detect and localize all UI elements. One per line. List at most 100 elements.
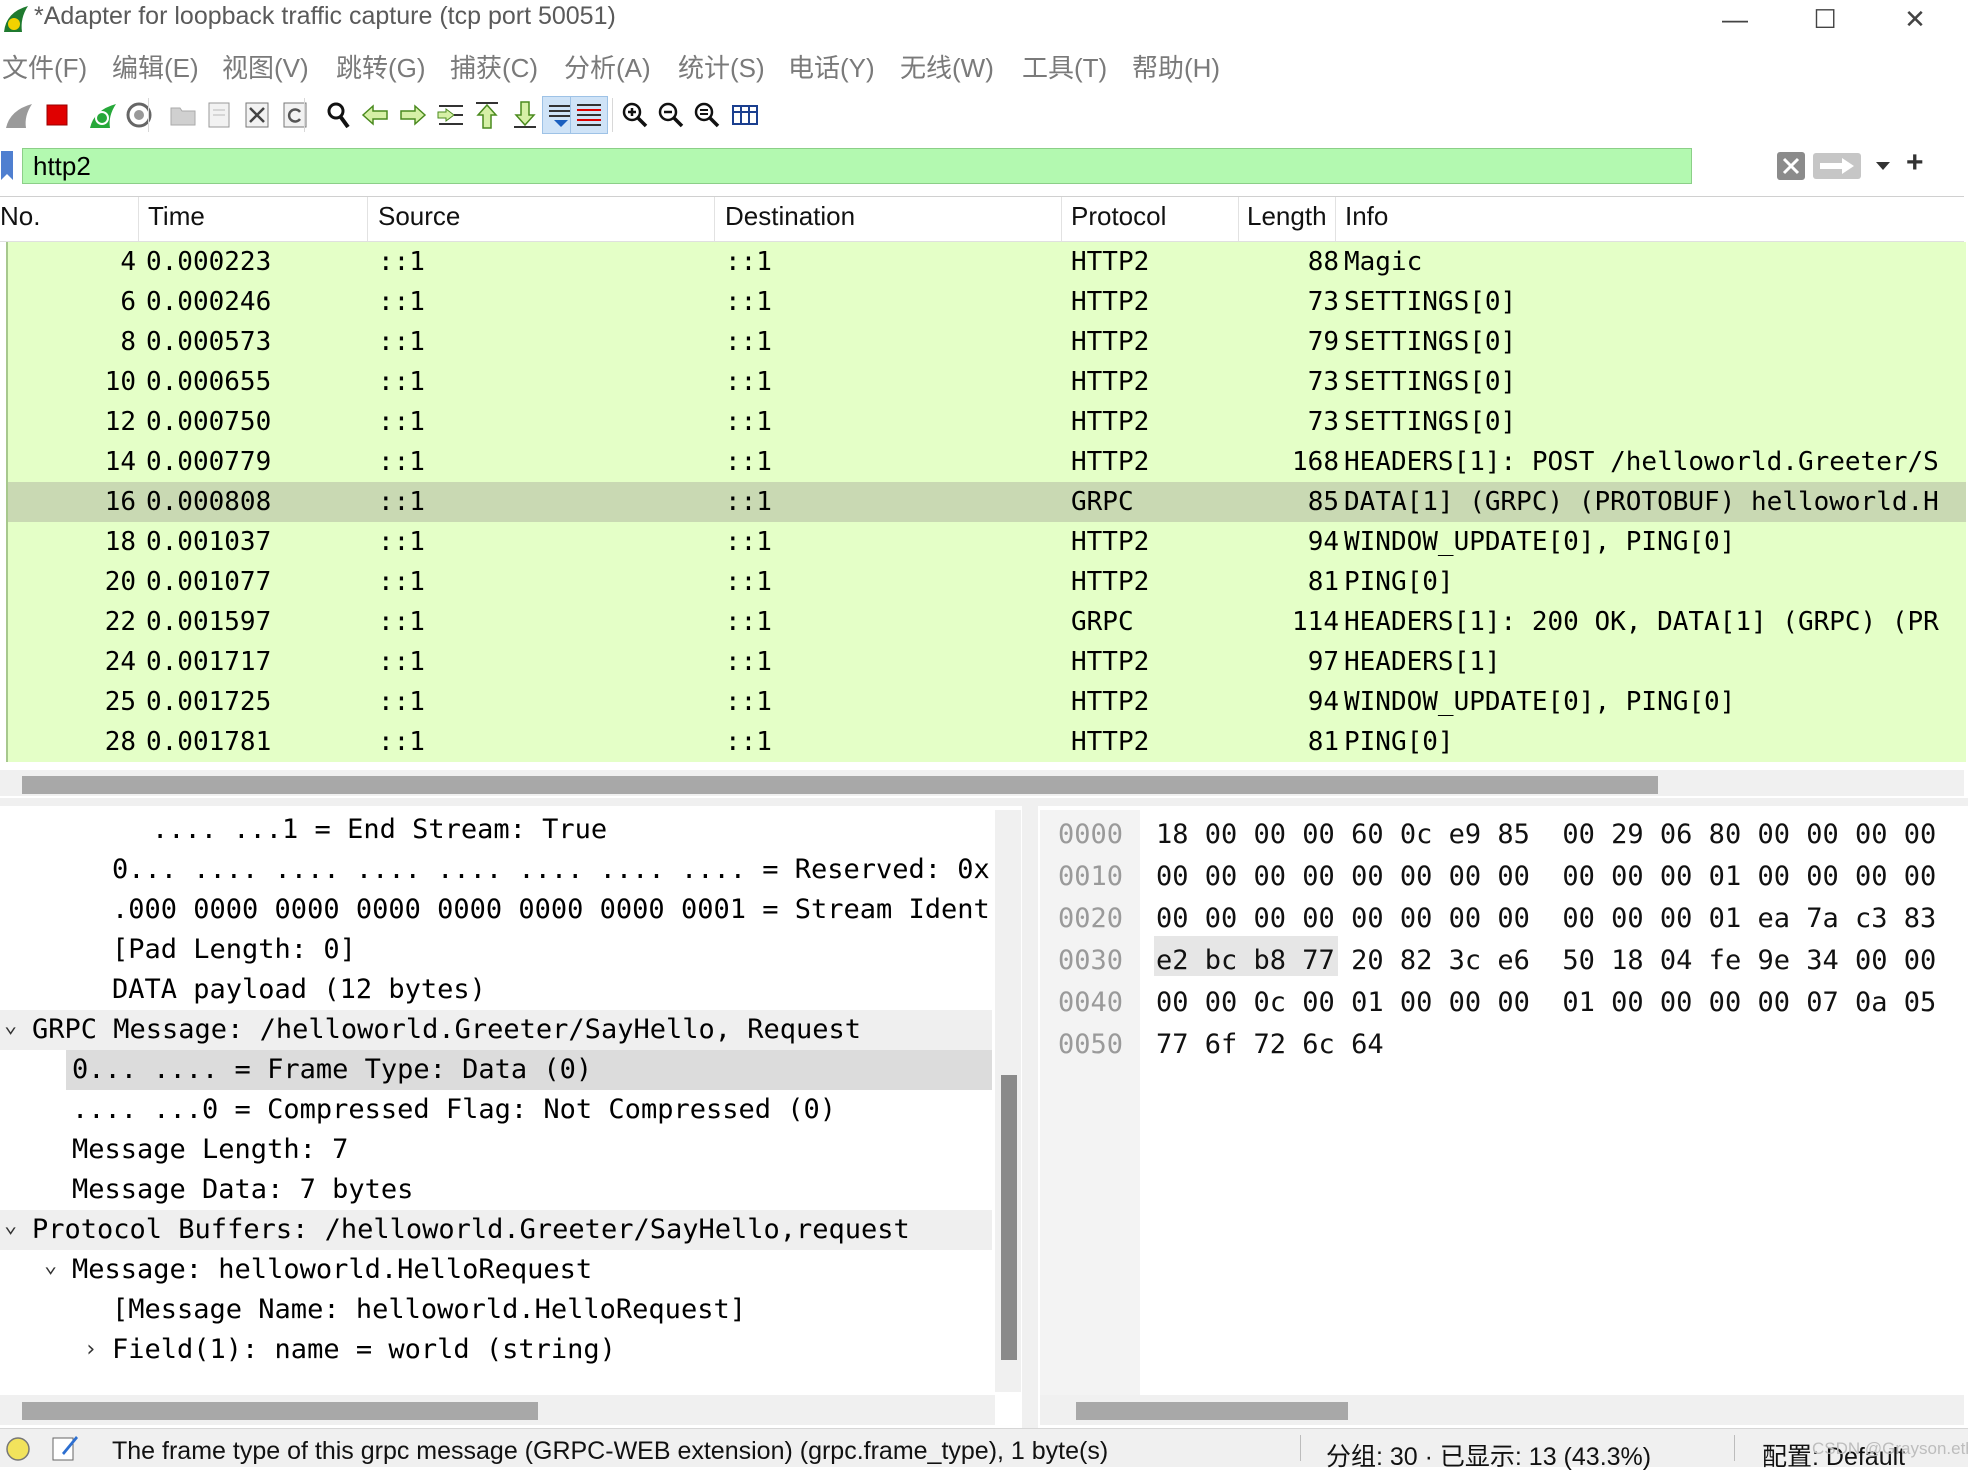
bytes-hex[interactable]: e2 bc b8 77 20 82 3c e6 50 18 04 fe 9e 3… <box>1156 940 1936 982</box>
column-time[interactable]: Time <box>148 201 205 232</box>
bytes-hex[interactable]: 18 00 00 00 60 0c e9 85 00 29 06 80 00 0… <box>1156 814 1936 856</box>
detail-tree-item[interactable]: [Pad Length: 0] <box>0 930 992 970</box>
capture-options-icon[interactable] <box>120 96 158 134</box>
menu-edit[interactable]: 编辑(E) <box>112 48 199 85</box>
filter-dropdown-icon[interactable] <box>1874 158 1892 174</box>
resize-columns-icon[interactable] <box>726 96 764 134</box>
packet-info: DATA[1] (GRPC) (PROTOBUF) helloworld.H <box>1344 487 1939 517</box>
maximize-button[interactable]: ☐ <box>1780 0 1870 38</box>
packet-row[interactable]: 18 0.001037::1::1 HTTP2 94 WINDOW_UPDATE[0],… <box>8 522 1966 562</box>
bytes-hex[interactable]: 77 6f 72 6c 64 <box>1156 1024 1384 1066</box>
shark-fin-start-icon[interactable] <box>0 96 38 134</box>
menu-capture[interactable]: 捕获(C) <box>450 48 538 85</box>
packet-row[interactable]: 8 0.000573::1::1 HTTP2 79 SETTINGS[0] <box>8 322 1966 362</box>
column-source[interactable]: Source <box>378 201 460 232</box>
packet-row[interactable]: 28 0.001781::1::1 HTTP2 81 PING[0] <box>8 722 1966 762</box>
detail-tree-item[interactable]: 0... .... .... .... .... .... .... .... … <box>0 850 992 890</box>
bytes-hex[interactable]: 00 00 0c 00 01 00 00 00 01 00 00 00 00 0… <box>1156 982 1936 1024</box>
bytes-hex[interactable]: 00 00 00 00 00 00 00 00 00 00 00 01 00 0… <box>1156 856 1936 898</box>
packet-time: 0.001781 <box>146 727 272 757</box>
zoom-in-icon[interactable] <box>616 96 654 134</box>
detail-tree-item[interactable]: [Message Name: helloworld.HelloRequest] <box>0 1290 992 1330</box>
go-back-icon[interactable] <box>356 96 394 134</box>
save-file-icon[interactable] <box>200 96 238 134</box>
packet-row[interactable]: 4 0.000223::1::1 HTTP2 88 Magic <box>8 242 1966 282</box>
expand-chevron-icon[interactable]: ⌄ <box>4 1006 17 1046</box>
menu-statistics[interactable]: 统计(S) <box>678 48 765 85</box>
packet-list-hscroll-thumb[interactable] <box>22 776 1658 794</box>
apply-filter-icon[interactable] <box>1812 151 1862 181</box>
bookmark-icon[interactable] <box>0 150 14 182</box>
detail-tree-item[interactable]: ⌄ GRPC Message: /helloworld.Greeter/SayHe… <box>0 1010 992 1050</box>
stop-capture-icon[interactable] <box>38 96 76 134</box>
column-protocol[interactable]: Protocol <box>1071 201 1166 232</box>
column-destination[interactable]: Destination <box>725 201 855 232</box>
vertical-splitter[interactable] <box>1022 806 1038 1430</box>
packet-destination: ::1 <box>725 647 772 677</box>
packet-row[interactable]: 16 0.000808::1::1 GRPC 85 DATA[1] (GRPC) (PR… <box>8 482 1966 522</box>
display-filter-input[interactable]: http2 <box>22 148 1692 184</box>
detail-tree-item[interactable]: › Field(1): name = world (string) <box>0 1330 992 1370</box>
packet-row[interactable]: 12 0.000750::1::1 HTTP2 73 SETTINGS[0] <box>8 402 1966 442</box>
menu-wireless[interactable]: 无线(W) <box>900 48 994 85</box>
bytes-hex[interactable]: 00 00 00 00 00 00 00 00 00 00 00 01 ea 7… <box>1156 898 1936 940</box>
details-vscroll-thumb[interactable] <box>1001 1075 1017 1360</box>
detail-tree-item[interactable]: ⌄ Message: helloworld.HelloRequest <box>0 1250 992 1290</box>
expand-chevron-icon[interactable]: ⌄ <box>44 1246 57 1286</box>
packet-time: 0.000655 <box>146 367 272 397</box>
detail-tree-item[interactable]: .... ...1 = End Stream: True <box>0 810 992 850</box>
find-packet-icon[interactable] <box>320 96 358 134</box>
detail-tree-item[interactable]: DATA payload (12 bytes) <box>0 970 992 1010</box>
first-packet-icon[interactable] <box>468 96 506 134</box>
packet-destination: ::1 <box>725 247 772 277</box>
go-to-packet-icon[interactable] <box>432 96 470 134</box>
last-packet-icon[interactable] <box>506 96 544 134</box>
menu-analyze[interactable]: 分析(A) <box>564 48 651 85</box>
close-file-icon[interactable] <box>238 96 276 134</box>
column-no[interactable]: No. <box>0 201 40 232</box>
clear-filter-icon[interactable] <box>1776 151 1806 181</box>
packet-row[interactable]: 14 0.000779::1::1 HTTP2 168 HEADERS[1]: POST… <box>8 442 1966 482</box>
menu-go[interactable]: 跳转(G) <box>336 48 426 85</box>
menu-file[interactable]: 文件(F) <box>2 48 87 85</box>
detail-tree-item[interactable]: Message Length: 7 <box>0 1130 992 1170</box>
pane-splitter[interactable] <box>0 798 1968 806</box>
restart-capture-icon[interactable] <box>84 96 122 134</box>
packet-row[interactable]: 25 0.001725::1::1 HTTP2 94 WINDOW_UPDATE[0],… <box>8 682 1966 722</box>
column-length[interactable]: Length <box>1247 201 1327 232</box>
packet-length: 73 <box>1307 287 1339 317</box>
packet-row[interactable]: 24 0.001717::1::1 HTTP2 97 HEADERS[1] <box>8 642 1966 682</box>
packet-info: Magic <box>1344 247 1423 277</box>
menu-tools[interactable]: 工具(T) <box>1022 48 1107 85</box>
packet-row[interactable]: 6 0.000246::1::1 HTTP2 73 SETTINGS[0] <box>8 282 1966 322</box>
column-info[interactable]: Info <box>1345 201 1388 232</box>
add-filter-button[interactable]: + <box>1906 146 1924 180</box>
detail-tree-item[interactable]: ⌄ Protocol Buffers: /helloworld.Greeter/S… <box>0 1210 992 1250</box>
colorize-icon[interactable] <box>570 96 608 134</box>
normal-size-icon[interactable] <box>688 96 726 134</box>
zoom-out-icon[interactable] <box>652 96 690 134</box>
menu-help[interactable]: 帮助(H) <box>1132 48 1220 85</box>
menu-telephony[interactable]: 电话(Y) <box>788 48 875 85</box>
menu-view[interactable]: 视图(V) <box>222 48 309 85</box>
packet-row[interactable]: 20 0.001077::1::1 HTTP2 81 PING[0] <box>8 562 1966 602</box>
detail-tree-item[interactable]: Message Data: 7 bytes <box>0 1170 992 1210</box>
collapsed-chevron-icon[interactable]: › <box>84 1330 97 1370</box>
expert-info-icon[interactable] <box>4 1435 32 1463</box>
packet-row[interactable]: 22 0.001597::1::1 GRPC 114 HEADERS[1]: 200 O… <box>8 602 1966 642</box>
open-file-icon[interactable] <box>164 96 202 134</box>
bytes-hscroll-thumb[interactable] <box>1076 1402 1348 1420</box>
packet-length: 97 <box>1307 647 1339 677</box>
packet-row[interactable]: 10 0.000655::1::1 HTTP2 73 SETTINGS[0] <box>8 362 1966 402</box>
detail-tree-item[interactable]: .000 0000 0000 0000 0000 0000 0000 0001 … <box>0 890 992 930</box>
minimize-button[interactable]: — <box>1690 0 1780 38</box>
expand-chevron-icon[interactable]: ⌄ <box>4 1206 17 1246</box>
detail-tree-item[interactable]: .... ...0 = Compressed Flag: Not Compres… <box>0 1090 992 1130</box>
capture-comment-icon[interactable] <box>50 1433 80 1463</box>
detail-tree-item[interactable]: 0... .... = Frame Type: Data (0) <box>66 1050 992 1090</box>
reload-file-icon[interactable] <box>276 96 314 134</box>
packet-source: ::1 <box>378 287 425 317</box>
close-button[interactable]: ✕ <box>1870 0 1960 38</box>
details-hscroll-thumb[interactable] <box>22 1402 538 1420</box>
go-forward-icon[interactable] <box>394 96 432 134</box>
